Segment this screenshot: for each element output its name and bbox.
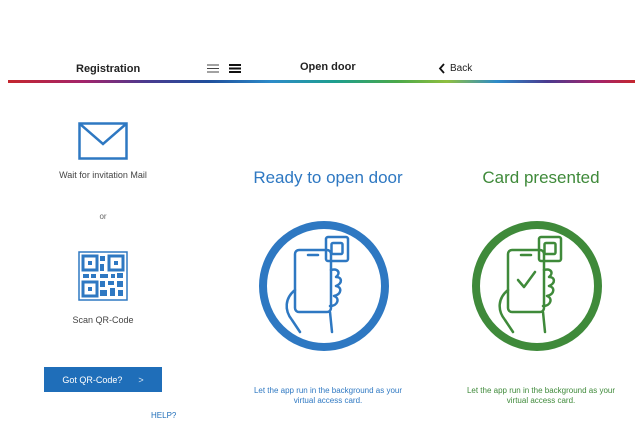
ready-headline: Ready to open door (253, 168, 403, 187)
open-door-title: Open door (300, 61, 356, 73)
or-divider: or (99, 212, 107, 221)
phone-in-hand-icon (259, 221, 389, 351)
chevron-right-icon: > (138, 374, 144, 385)
menu-filled-icon[interactable] (228, 63, 242, 74)
brand-stripe (8, 80, 635, 83)
got-qr-code-button[interactable]: Got QR-Code? > (44, 367, 162, 392)
phone-check-icon (472, 221, 602, 351)
got-qr-code-label: Got QR-Code? (62, 374, 123, 385)
back-label: Back (450, 63, 473, 74)
qr-code-icon (78, 251, 128, 301)
presented-message: Let the app run in the background as you… (466, 386, 616, 405)
menu-outline-icon[interactable] (206, 63, 220, 74)
back-button[interactable]: Back (438, 63, 472, 74)
registration-title: Registration (76, 63, 141, 75)
mail-icon (78, 122, 128, 160)
help-link[interactable]: HELP? (151, 411, 176, 420)
ready-message: Let the app run in the background as you… (253, 386, 403, 405)
presented-headline: Card presented (482, 168, 600, 187)
chevron-left-icon (438, 63, 445, 74)
qr-caption: Scan QR-Code (72, 315, 134, 325)
mail-caption: Wait for invitation Mail (59, 170, 147, 180)
